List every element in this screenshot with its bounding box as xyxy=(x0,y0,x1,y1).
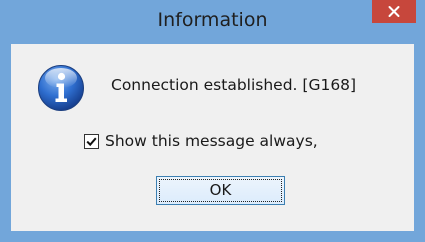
ok-button[interactable]: OK xyxy=(156,176,285,205)
close-button[interactable] xyxy=(372,0,416,23)
window-title: Information xyxy=(157,9,268,31)
title-bar[interactable]: Information xyxy=(0,0,425,44)
dialog-window: Information Connection established. [G16… xyxy=(0,0,425,242)
close-icon xyxy=(388,6,400,17)
show-message-always-label[interactable]: Show this message always, xyxy=(105,132,318,150)
ok-button-label: OK xyxy=(209,181,232,199)
dialog-content: Connection established. [G168] Show this… xyxy=(11,44,414,231)
show-message-always-checkbox[interactable] xyxy=(84,134,99,149)
info-icon xyxy=(38,65,84,111)
message-text: Connection established. [G168] xyxy=(111,76,357,94)
